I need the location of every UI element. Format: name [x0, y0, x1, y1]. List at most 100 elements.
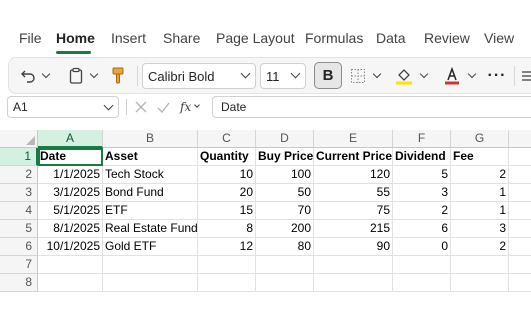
- chevron-down-icon[interactable]: [194, 102, 201, 108]
- tab-home[interactable]: Home: [56, 30, 95, 46]
- table-cell[interactable]: Bond Fund: [103, 184, 198, 202]
- borders-button[interactable]: [347, 58, 369, 93]
- table-cell[interactable]: 215: [314, 220, 393, 238]
- row-header-1[interactable]: 1: [0, 148, 38, 166]
- tab-file[interactable]: File: [19, 30, 42, 46]
- column-header-e[interactable]: E: [314, 130, 393, 148]
- tab-share[interactable]: Share: [163, 30, 200, 46]
- header-cell[interactable]: Current Price: [314, 148, 393, 166]
- empty-cell[interactable]: [451, 256, 509, 274]
- table-cell[interactable]: 5/1/2025: [38, 202, 103, 220]
- table-cell[interactable]: 1: [451, 184, 509, 202]
- empty-cell[interactable]: [509, 202, 531, 220]
- bold-button[interactable]: B: [314, 62, 342, 89]
- table-cell[interactable]: 0: [393, 238, 451, 256]
- align-icon[interactable]: [521, 58, 531, 93]
- column-header-c[interactable]: C: [198, 130, 256, 148]
- spreadsheet-grid[interactable]: A B C D E F G 1 Date Asset Quantity Buy Price Curren…: [0, 130, 531, 311]
- fill-color-button[interactable]: [393, 58, 415, 93]
- cancel-icon[interactable]: [135, 101, 147, 113]
- fill-color-dropdown[interactable]: [417, 58, 431, 93]
- empty-cell[interactable]: [198, 274, 256, 292]
- empty-cell[interactable]: [509, 220, 531, 238]
- table-cell[interactable]: 10: [198, 166, 256, 184]
- table-cell[interactable]: 10/1/2025: [38, 238, 103, 256]
- empty-cell[interactable]: [509, 238, 531, 256]
- column-header-h[interactable]: [509, 130, 531, 148]
- column-header-a[interactable]: A: [38, 130, 103, 148]
- empty-cell[interactable]: [314, 256, 393, 274]
- column-header-f[interactable]: F: [393, 130, 451, 148]
- table-cell[interactable]: 90: [314, 238, 393, 256]
- column-header-b[interactable]: B: [103, 130, 198, 148]
- table-cell[interactable]: 120: [314, 166, 393, 184]
- empty-cell[interactable]: [509, 274, 531, 292]
- empty-cell[interactable]: [38, 256, 103, 274]
- tab-review[interactable]: Review: [424, 30, 470, 46]
- table-cell[interactable]: 1/1/2025: [38, 166, 103, 184]
- table-cell[interactable]: 2: [451, 238, 509, 256]
- header-cell[interactable]: Buy Price: [256, 148, 314, 166]
- header-cell[interactable]: Quantity: [198, 148, 256, 166]
- row-header-5[interactable]: 5: [0, 220, 38, 238]
- table-cell[interactable]: 15: [198, 202, 256, 220]
- font-color-dropdown[interactable]: [465, 58, 479, 93]
- empty-cell[interactable]: [509, 184, 531, 202]
- table-cell[interactable]: 12: [198, 238, 256, 256]
- header-cell[interactable]: Dividend: [393, 148, 451, 166]
- row-header-6[interactable]: 6: [0, 238, 38, 256]
- table-cell[interactable]: 2: [451, 166, 509, 184]
- paste-button[interactable]: [65, 58, 87, 93]
- tab-view[interactable]: View: [484, 30, 514, 46]
- empty-cell[interactable]: [103, 274, 198, 292]
- column-header-g[interactable]: G: [451, 130, 509, 148]
- table-cell[interactable]: 100: [256, 166, 314, 184]
- confirm-icon[interactable]: [157, 102, 170, 113]
- empty-cell[interactable]: [103, 256, 198, 274]
- table-cell[interactable]: Gold ETF: [103, 238, 198, 256]
- empty-cell[interactable]: [38, 274, 103, 292]
- empty-cell[interactable]: [509, 166, 531, 184]
- row-header-4[interactable]: 4: [0, 202, 38, 220]
- more-options-icon[interactable]: ···: [487, 58, 507, 93]
- table-cell[interactable]: 70: [256, 202, 314, 220]
- table-cell[interactable]: 55: [314, 184, 393, 202]
- tab-insert[interactable]: Insert: [111, 30, 146, 46]
- table-cell[interactable]: 2: [393, 202, 451, 220]
- undo-dropdown[interactable]: [39, 58, 53, 93]
- font-size-select[interactable]: 11: [260, 63, 306, 89]
- table-cell[interactable]: 5: [393, 166, 451, 184]
- table-cell[interactable]: 1: [451, 202, 509, 220]
- row-header-2[interactable]: 2: [0, 166, 38, 184]
- table-cell[interactable]: ETF: [103, 202, 198, 220]
- table-cell[interactable]: Tech Stock: [103, 166, 198, 184]
- insert-function-icon[interactable]: fx: [180, 100, 191, 114]
- select-all-corner[interactable]: [0, 130, 38, 148]
- table-cell[interactable]: 8: [198, 220, 256, 238]
- empty-cell[interactable]: [451, 274, 509, 292]
- tab-formulas[interactable]: Formulas: [305, 30, 363, 46]
- table-cell[interactable]: 6: [393, 220, 451, 238]
- table-cell[interactable]: 80: [256, 238, 314, 256]
- table-cell[interactable]: 200: [256, 220, 314, 238]
- table-cell[interactable]: 3: [393, 184, 451, 202]
- row-header-3[interactable]: 3: [0, 184, 38, 202]
- font-name-select[interactable]: Calibri Bold: [142, 63, 256, 89]
- empty-cell[interactable]: [509, 148, 531, 166]
- header-cell[interactable]: Asset: [103, 148, 198, 166]
- row-header-7[interactable]: 7: [0, 256, 38, 274]
- row-header-8[interactable]: 8: [0, 274, 38, 292]
- table-cell[interactable]: 50: [256, 184, 314, 202]
- font-color-button[interactable]: [441, 58, 463, 93]
- table-cell[interactable]: 3: [451, 220, 509, 238]
- borders-dropdown[interactable]: [370, 58, 384, 93]
- name-box[interactable]: A1: [7, 96, 119, 118]
- empty-cell[interactable]: [314, 274, 393, 292]
- header-cell[interactable]: Date: [38, 148, 103, 166]
- empty-cell[interactable]: [256, 256, 314, 274]
- table-cell[interactable]: Real Estate Fund: [103, 220, 198, 238]
- empty-cell[interactable]: [393, 274, 451, 292]
- undo-button[interactable]: [17, 58, 39, 93]
- empty-cell[interactable]: [256, 274, 314, 292]
- table-cell[interactable]: 20: [198, 184, 256, 202]
